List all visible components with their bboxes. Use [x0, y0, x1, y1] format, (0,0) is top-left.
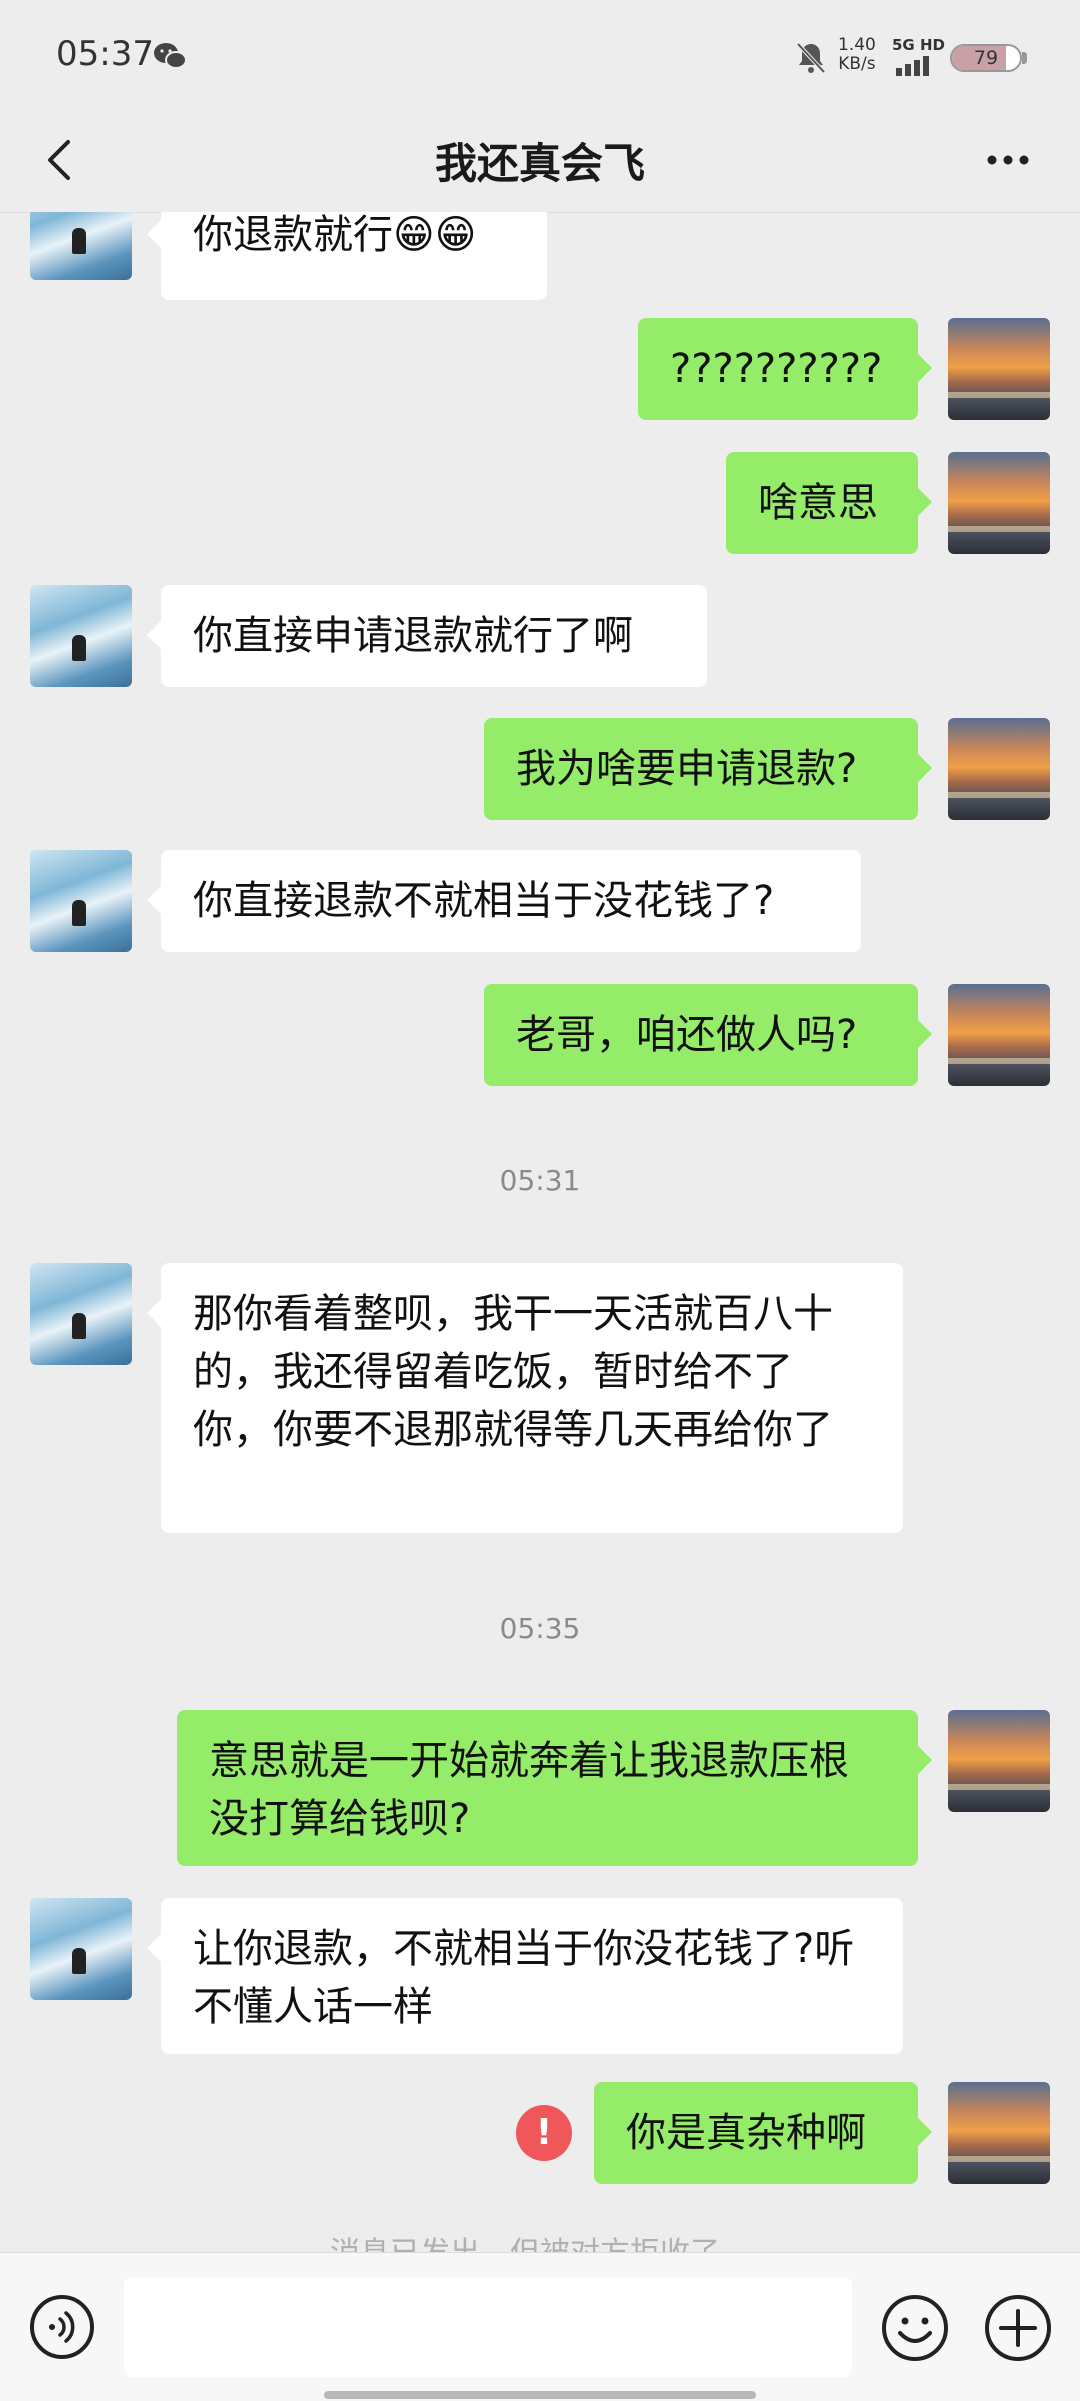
message-list[interactable]: 你退款就行😁😁 ?????????? 啥意思 你直接申请退款就行了啊 我为啥要申… [0, 212, 1080, 2252]
my-avatar[interactable] [948, 2082, 1050, 2184]
message-bubble-received[interactable]: 那你看着整呗，我干一天活就百八十的，我还得留着吃饭，暂时给不了你，你要不退那就得… [147, 1263, 903, 1533]
message-text: 你直接申请退款就行了啊 [193, 613, 633, 659]
message-timestamp: 05:35 [499, 1612, 581, 1645]
battery-tip [1022, 52, 1027, 64]
message-bubble-sent[interactable]: ?????????? [638, 318, 932, 420]
battery-icon: 79 [950, 44, 1022, 72]
home-indicator[interactable] [324, 2391, 756, 2399]
plus-icon[interactable] [983, 2293, 1053, 2363]
status-bar: 05:37 1.40 KB/s 5G HD 79 [0, 0, 1080, 110]
message-timestamp: 05:31 [499, 1164, 581, 1197]
status-time: 05:37 [56, 34, 154, 74]
message-bubble-sent[interactable]: 老哥，咱还做人吗? [484, 984, 932, 1086]
net-speed-unit: KB/s [838, 54, 876, 74]
rejected-notice: 消息已发出，但被对方拒收了。 [0, 2228, 1080, 2252]
contact-avatar[interactable] [30, 850, 132, 952]
my-avatar[interactable] [948, 984, 1050, 1086]
message-text: 啥意思 [758, 480, 878, 526]
net-speed-value: 1.40 [838, 35, 876, 55]
chat-title[interactable]: 我还真会飞 [0, 130, 1080, 191]
contact-avatar[interactable] [30, 212, 132, 280]
my-avatar[interactable] [948, 318, 1050, 420]
contact-avatar[interactable] [30, 1898, 132, 2000]
mute-bell-icon [796, 42, 826, 74]
voice-icon[interactable] [28, 2293, 96, 2361]
message-text: ?????????? [670, 346, 883, 392]
message-bubble-received[interactable]: 你直接申请退款就行了啊 [147, 585, 707, 687]
battery-level: 79 [973, 47, 999, 69]
chat-header: 我还真会飞 [0, 110, 1080, 213]
more-options-button[interactable] [968, 128, 1048, 192]
message-bubble-sent[interactable]: 你是真杂种啊 [594, 2082, 932, 2184]
message-bubble-received[interactable]: 你直接退款不就相当于没花钱了? [147, 850, 861, 952]
message-text: 让你退款，不就相当于你没花钱了?听不懂人话一样 [193, 1926, 855, 2030]
message-text: 你是真杂种啊 [626, 2110, 866, 2156]
signal-bars-icon [896, 56, 929, 76]
net-speed: 1.40 KB/s [838, 36, 876, 74]
message-input[interactable] [124, 2277, 852, 2377]
contact-avatar[interactable] [30, 585, 132, 687]
my-avatar[interactable] [948, 452, 1050, 554]
message-text: 我为啥要申请退款? [516, 746, 858, 792]
message-bubble-received[interactable]: 让你退款，不就相当于你没花钱了?听不懂人话一样 [147, 1898, 903, 2054]
wechat-icon [154, 43, 187, 69]
message-bubble-received[interactable]: 你退款就行😁😁 [147, 212, 547, 300]
my-avatar[interactable] [948, 718, 1050, 820]
network-type: 5G HD [892, 36, 945, 54]
message-bubble-sent[interactable]: 啥意思 [726, 452, 932, 554]
emoji-icon[interactable] [880, 2293, 950, 2363]
message-text: 那你看着整呗，我干一天活就百八十的，我还得留着吃饭，暂时给不了你，你要不退那就得… [193, 1291, 833, 1453]
message-text: 老哥，咱还做人吗? [516, 1012, 858, 1058]
contact-avatar[interactable] [30, 1263, 132, 1365]
message-bubble-sent[interactable]: 我为啥要申请退款? [484, 718, 932, 820]
message-bubble-sent[interactable]: 意思就是一开始就奔着让我退款压根没打算给钱呗? [177, 1710, 932, 1866]
my-avatar[interactable] [948, 1710, 1050, 1812]
send-failed-icon[interactable]: ! [516, 2105, 572, 2161]
input-bar [0, 2252, 1080, 2401]
message-text: 意思就是一开始就奔着让我退款压根没打算给钱呗? [209, 1738, 849, 1842]
message-text: 你直接退款不就相当于没花钱了? [193, 878, 775, 924]
message-text: 你退款就行😁😁 [193, 212, 477, 258]
